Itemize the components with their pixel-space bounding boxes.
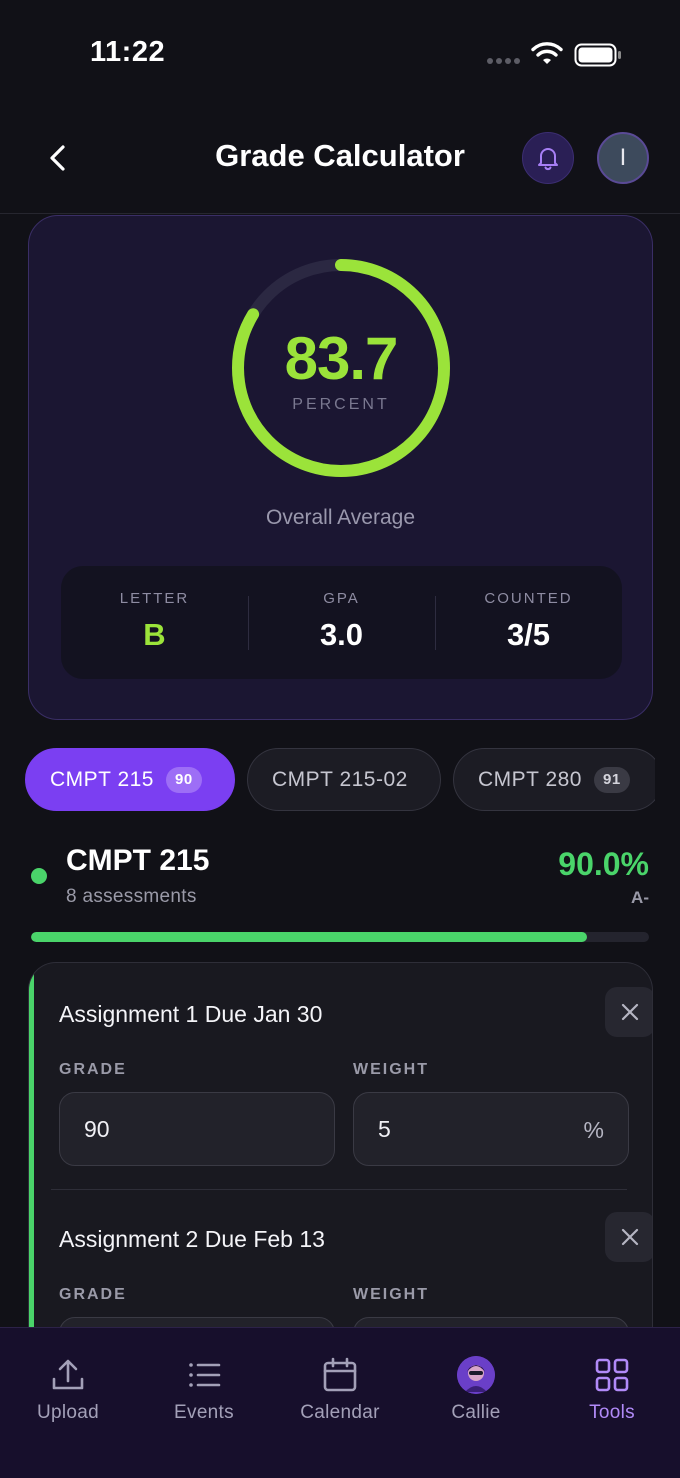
stat-label: COUNTED [484, 590, 573, 607]
course-tab[interactable]: CMPT 280 91 [453, 748, 655, 811]
bell-icon [538, 148, 558, 171]
assessment-list: Assignment 1 Due Jan 30 GRADE 90 WEIGHT … [28, 962, 653, 1328]
course-title: CMPT 215 [66, 844, 210, 877]
assessment-name: Assignment 2 Due Feb 13 [59, 1226, 325, 1252]
overall-unit-label: PERCENT [292, 396, 390, 413]
overall-average-card: 83.7 PERCENT Overall Average LETTER B GP… [28, 215, 653, 720]
course-grade: 90.0% [558, 846, 649, 882]
calendar-icon [321, 1356, 359, 1394]
weight-unit: % [583, 1117, 604, 1143]
assessment-item: Assignment 2 Due Feb 13 GRADE WEIGHT [59, 1188, 652, 1328]
battery-icon [574, 43, 621, 67]
header: Grade Calculator I [0, 110, 680, 214]
grade-input[interactable]: 90 [59, 1092, 335, 1166]
course-tab-label: CMPT 215 [50, 767, 154, 791]
course-tab-badge: 90 [166, 766, 202, 793]
course-progress-bar [31, 932, 649, 942]
course-tab[interactable]: CMPT 215 90 [25, 748, 235, 811]
course-progress-fill [31, 932, 588, 942]
profile-avatar[interactable]: I [597, 132, 649, 184]
course-status-dot [31, 868, 47, 884]
assessment-item: Assignment 1 Due Jan 30 GRADE 90 WEIGHT … [59, 963, 652, 1189]
page-title: Grade Calculator [215, 138, 465, 173]
remove-assessment-button[interactable] [605, 1212, 652, 1262]
weight-input[interactable]: 5 % [353, 1092, 629, 1166]
nav-upload[interactable]: Upload [0, 1328, 136, 1478]
status-bar: 11:22 [0, 0, 680, 110]
upload-icon [49, 1356, 87, 1394]
stat-letter: LETTER B [61, 566, 248, 679]
overall-average-value: 83.7 [284, 325, 399, 392]
weight-label: WEIGHT [353, 1286, 429, 1303]
stat-value: 3.0 [319, 617, 364, 652]
grade-label: GRADE [59, 1286, 127, 1303]
weight-label: WEIGHT [353, 1061, 429, 1078]
notifications-button[interactable] [522, 132, 574, 184]
stat-label: LETTER [119, 590, 190, 607]
course-tab-label: CMPT 215-02 [272, 767, 408, 791]
nav-label: Upload [36, 1402, 99, 1423]
course-tab-label: CMPT 280 [478, 767, 582, 791]
course-tab-badge: 91 [594, 766, 630, 793]
close-icon [621, 1228, 639, 1246]
stat-value: B [143, 617, 166, 652]
nav-label: Events [174, 1402, 234, 1423]
cellular-signal-icon [487, 58, 523, 66]
nav-label: Tools [589, 1402, 635, 1423]
grade-value: 90 [84, 1115, 110, 1142]
status-time: 11:22 [90, 36, 166, 68]
callie-avatar [457, 1356, 495, 1394]
stat-counted: COUNTED 3/5 [435, 566, 622, 679]
weight-value: 5 [378, 1115, 391, 1142]
nav-events[interactable]: Events [136, 1328, 272, 1478]
stat-value: 3/5 [506, 617, 551, 652]
grid-icon [593, 1356, 631, 1394]
course-assessment-count: 8 assessments [66, 886, 197, 907]
overall-average-caption: Overall Average [265, 506, 416, 529]
grade-stats: LETTER B GPA 3.0 COUNTED 3/5 [61, 566, 622, 679]
stat-label: GPA [323, 590, 360, 607]
nav-tools[interactable]: Tools [544, 1328, 680, 1478]
panel-accent-bar [29, 963, 34, 1328]
nav-callie[interactable]: Callie [408, 1328, 544, 1478]
close-icon [621, 1003, 639, 1021]
course-tabs: CMPT 215 90 CMPT 215-02 CMPT 280 91 [25, 748, 655, 812]
stat-gpa: GPA 3.0 [248, 566, 435, 679]
nav-label: Callie [451, 1402, 501, 1423]
grade-label: GRADE [59, 1061, 127, 1078]
wifi-icon [531, 42, 563, 64]
course-tab[interactable]: CMPT 215-02 [247, 748, 441, 811]
course-letter: A- [631, 888, 649, 907]
nav-label: Calendar [300, 1402, 380, 1423]
list-icon [185, 1356, 223, 1394]
remove-assessment-button[interactable] [605, 987, 652, 1037]
assessment-name: Assignment 1 Due Jan 30 [59, 1001, 323, 1027]
nav-calendar[interactable]: Calendar [272, 1328, 408, 1478]
bottom-navigation: Upload Events Calendar Callie Tools [0, 1327, 680, 1478]
